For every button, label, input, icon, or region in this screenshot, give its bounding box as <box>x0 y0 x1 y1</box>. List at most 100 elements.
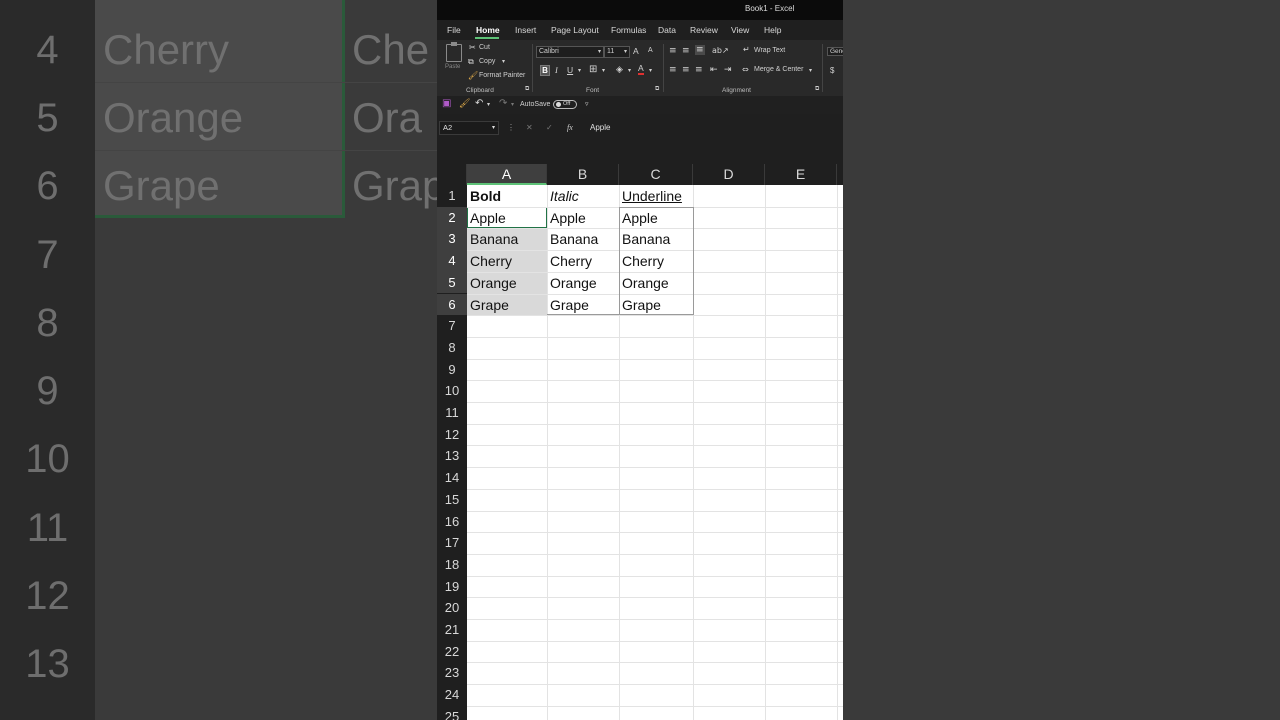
cell-c2[interactable]: Apple <box>619 207 658 229</box>
row-header[interactable]: 7 <box>437 315 467 337</box>
currency-button[interactable]: $ <box>830 66 834 75</box>
underline-button[interactable]: U <box>567 65 573 75</box>
align-left-icon[interactable]: ≡ <box>669 65 677 75</box>
row-header[interactable]: 14 <box>437 467 467 489</box>
fill-color-icon[interactable]: ◈ <box>616 65 623 75</box>
tab-home[interactable]: Home <box>476 25 500 35</box>
tab-insert[interactable]: Insert <box>515 25 536 35</box>
row-header[interactable]: 16 <box>437 511 467 533</box>
cell-b2[interactable]: Apple <box>547 207 586 229</box>
font-color-dropdown-icon[interactable]: ▾ <box>649 67 652 74</box>
row-header[interactable]: 12 <box>437 424 467 446</box>
number-format-select[interactable]: Gene <box>827 47 843 56</box>
wrap-text-icon[interactable]: ↵ <box>743 45 750 55</box>
borders-dropdown-icon[interactable]: ▾ <box>602 67 605 74</box>
row-header[interactable]: 18 <box>437 554 467 576</box>
column-header-c[interactable]: C <box>619 164 693 185</box>
column-header-d[interactable]: D <box>693 164 765 185</box>
decrease-indent-icon[interactable]: ⇤ <box>710 65 718 75</box>
cell-c4[interactable]: Cherry <box>619 250 664 272</box>
column-header-b[interactable]: B <box>547 164 619 185</box>
font-color-button[interactable]: A <box>638 64 644 75</box>
copy-dropdown-icon[interactable]: ▾ <box>502 58 505 65</box>
row-header[interactable]: 21 <box>437 619 467 641</box>
increase-indent-icon[interactable]: ⇥ <box>724 65 732 75</box>
cut-button[interactable]: Cut <box>479 44 490 51</box>
row-header[interactable]: 24 <box>437 684 467 706</box>
bold-button[interactable]: B <box>540 65 550 76</box>
merge-dropdown-icon[interactable]: ▾ <box>809 67 812 74</box>
merge-center-button[interactable]: Merge & Center <box>754 66 803 73</box>
name-box[interactable]: A2 ▾ <box>439 121 499 135</box>
tab-view[interactable]: View <box>731 25 749 35</box>
tab-formulas[interactable]: Formulas <box>611 25 646 35</box>
cell-c3[interactable]: Banana <box>619 228 670 250</box>
italic-button[interactable]: I <box>555 65 558 75</box>
row-header[interactable]: 25 <box>437 706 467 720</box>
tab-data[interactable]: Data <box>658 25 676 35</box>
insert-function-icon[interactable]: fx <box>567 123 573 132</box>
row-header[interactable]: 6 <box>437 293 467 316</box>
row-header[interactable]: 8 <box>437 337 467 359</box>
cancel-icon[interactable]: ✕ <box>526 123 533 132</box>
cell-a5[interactable]: Orange <box>467 272 517 294</box>
wrap-text-button[interactable]: Wrap Text <box>754 47 785 54</box>
row-header[interactable]: 19 <box>437 576 467 598</box>
formula-input[interactable]: Apple <box>583 121 841 135</box>
row-header[interactable]: 10 <box>437 380 467 402</box>
customize-qat-icon[interactable]: ▿ <box>585 100 589 108</box>
row-header[interactable]: 15 <box>437 489 467 511</box>
cell-a2[interactable]: Apple <box>467 207 506 229</box>
row-header[interactable]: 2 <box>437 206 467 229</box>
align-right-icon[interactable]: ≡ <box>695 65 703 75</box>
font-size-select[interactable]: 11 ▾ <box>604 46 630 58</box>
tab-file[interactable]: File <box>447 25 461 35</box>
cell-b3[interactable]: Banana <box>547 228 598 250</box>
cut-icon[interactable]: ✂ <box>469 43 476 53</box>
tab-page-layout[interactable]: Page Layout <box>551 25 599 35</box>
font-name-select[interactable]: Calibri ▾ <box>536 46 604 58</box>
column-header-a[interactable]: A <box>467 164 547 185</box>
grow-font-button[interactable]: A <box>633 46 639 56</box>
align-center-icon[interactable]: ≡ <box>682 65 690 75</box>
row-header[interactable]: 9 <box>437 359 467 381</box>
align-middle-icon[interactable]: ≡ <box>682 46 690 56</box>
row-header[interactable]: 4 <box>437 250 467 272</box>
tab-review[interactable]: Review <box>690 25 718 35</box>
format-painter-icon[interactable]: 🖌 <box>468 71 478 81</box>
redo-dropdown-icon[interactable]: ▾ <box>511 101 514 108</box>
orientation-icon[interactable]: ab↗ <box>712 46 729 56</box>
format-painter-icon[interactable]: 🖌 <box>459 99 470 109</box>
format-painter-button[interactable]: Format Painter <box>479 72 525 79</box>
undo-dropdown-icon[interactable]: ▾ <box>487 101 490 108</box>
align-bottom-icon[interactable]: ≡ <box>695 45 705 55</box>
redo-icon[interactable]: ↷ <box>499 99 507 109</box>
tab-help[interactable]: Help <box>764 25 781 35</box>
row-header[interactable]: 13 <box>437 445 467 467</box>
row-header[interactable]: 20 <box>437 597 467 619</box>
alignment-launcher-icon[interactable]: ⧉ <box>815 86 819 93</box>
paste-icon[interactable] <box>446 42 462 62</box>
more-options-icon[interactable]: ⋮ <box>507 123 515 132</box>
row-header[interactable]: 11 <box>437 402 467 424</box>
row-header[interactable]: 5 <box>437 271 467 294</box>
shrink-font-button[interactable]: A <box>648 47 653 54</box>
row-header[interactable]: 23 <box>437 662 467 684</box>
cell-c5[interactable]: Orange <box>619 272 669 294</box>
cell-a3[interactable]: Banana <box>467 228 518 250</box>
select-all-corner[interactable] <box>437 164 467 185</box>
borders-icon[interactable]: ⊞ <box>589 65 597 75</box>
row-header[interactable]: 1 <box>437 185 467 207</box>
cell-c1[interactable]: Underline <box>619 185 693 207</box>
cell-c6[interactable]: Grape <box>619 294 661 316</box>
clipboard-launcher-icon[interactable]: ⧉ <box>525 86 529 93</box>
paste-label[interactable]: Paste <box>445 64 460 70</box>
cell-a1[interactable]: Bold <box>467 185 547 207</box>
cell-b5[interactable]: Orange <box>547 272 597 294</box>
row-header[interactable]: 17 <box>437 532 467 554</box>
cell-area[interactable]: Bold Italic Underline Apple Banana Cherr… <box>467 185 843 720</box>
fill-dropdown-icon[interactable]: ▾ <box>628 67 631 74</box>
save-icon[interactable]: ▣ <box>442 99 451 109</box>
autosave-toggle[interactable]: Off <box>553 100 577 109</box>
copy-button[interactable]: Copy <box>479 58 495 65</box>
